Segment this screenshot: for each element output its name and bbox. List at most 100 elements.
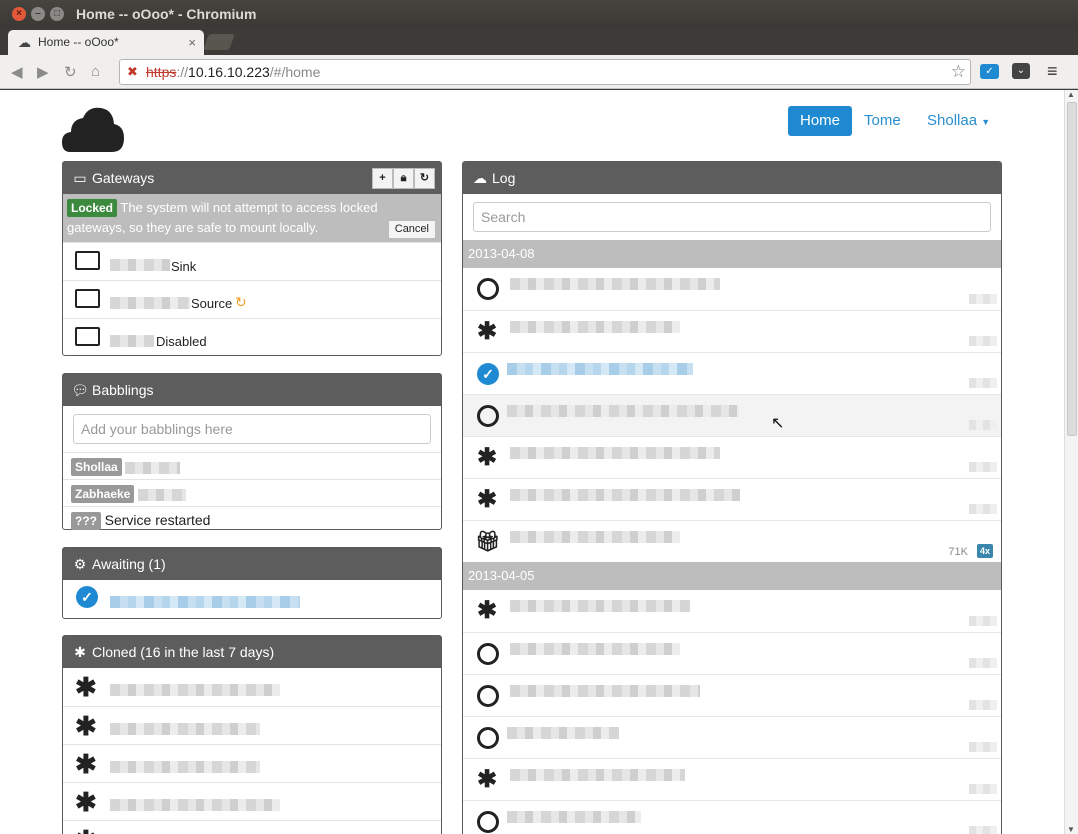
cloned-item[interactable]: ✱	[63, 706, 441, 744]
awaiting-header: ⚙ Awaiting (1)	[63, 548, 441, 580]
log-entry[interactable]: ↖	[463, 394, 1001, 436]
log-entry-meta	[969, 462, 997, 472]
log-entry-meta	[969, 784, 997, 794]
check-circle-icon: ✓	[76, 586, 98, 608]
log-date-header: 2013-04-05	[463, 562, 1001, 590]
bookmark-star-icon[interactable]: ☆	[951, 60, 966, 84]
maximize-window-icon[interactable]: □	[50, 7, 64, 21]
nav-user-dropdown[interactable]: Shollaa ▼	[915, 106, 1002, 136]
gateway-item[interactable]: Source ↻	[63, 280, 441, 318]
close-window-icon[interactable]: ×	[12, 7, 26, 21]
tab-close-icon[interactable]: ×	[188, 30, 196, 55]
log-entry[interactable]	[463, 674, 1001, 716]
log-entry-meta	[969, 700, 997, 710]
user-badge: Shollaa	[71, 458, 122, 476]
scroll-down-icon[interactable]: ▼	[1067, 825, 1075, 834]
awaiting-title: Awaiting (1)	[92, 556, 166, 572]
cloned-item[interactable]: ✱	[63, 744, 441, 782]
log-entry-meta	[969, 658, 997, 668]
log-title: Log	[492, 170, 516, 186]
cloned-item[interactable]: ✱	[63, 820, 441, 834]
caret-down-icon: ▼	[981, 117, 991, 127]
log-entry[interactable]: ✱	[463, 478, 1001, 520]
babbling-entry: Shollaa	[63, 452, 441, 479]
asterisk-icon: ✱	[74, 644, 86, 660]
babblings-input[interactable]: Add your babblings here	[73, 414, 431, 444]
nav-home[interactable]: Home	[788, 106, 853, 136]
cloned-item[interactable]: ✱	[63, 668, 441, 706]
asterisk-icon: ✱	[75, 825, 97, 834]
url-host: 10.16.10.223	[188, 64, 270, 80]
forward-icon[interactable]: ▶	[37, 63, 49, 81]
insecure-lock-icon: ✖	[127, 64, 138, 79]
cloud-logo-icon[interactable]	[62, 106, 124, 152]
awaiting-item[interactable]: ✓	[63, 580, 441, 618]
asterisk-icon: ✱	[476, 597, 498, 624]
user-badge: ???	[71, 512, 101, 530]
scrollbar-thumb[interactable]	[1067, 102, 1077, 436]
home-icon[interactable]: ⌂	[91, 63, 100, 80]
log-entry-meta	[969, 742, 997, 752]
log-search-input[interactable]: Search	[473, 202, 991, 232]
cancel-button[interactable]: Cancel	[387, 220, 436, 239]
nav-user-label: Shollaa	[927, 112, 978, 129]
minimize-window-icon[interactable]: –	[31, 7, 45, 21]
cloned-panel: ✱ Cloned (16 in the last 7 days) ✱ ✱ ✱ ✱ …	[62, 635, 442, 834]
circle-icon	[477, 727, 499, 749]
log-entry[interactable]: ✓	[463, 352, 1001, 394]
gateways-actions: + 🔒︎ ↻	[372, 168, 435, 189]
cogs-icon: ⚙	[73, 556, 87, 572]
log-entry[interactable]	[463, 716, 1001, 758]
browser-tab[interactable]: ☁ Home -- oOoo* ×	[8, 30, 204, 55]
babbling-text-redacted	[125, 461, 181, 474]
cloned-title: Cloned (16 in the last 7 days)	[92, 644, 275, 660]
scroll-up-icon[interactable]: ▲	[1067, 90, 1075, 99]
awaiting-panel: ⚙ Awaiting (1) ✓	[62, 547, 442, 619]
new-tab-button[interactable]	[203, 34, 235, 50]
log-entry-meta	[969, 504, 997, 514]
gift-size: 71K	[948, 546, 968, 558]
log-entry[interactable]: 🎁︎ 71K 4x	[463, 520, 1001, 562]
page-scrollbar[interactable]: ▲ ▼	[1064, 90, 1078, 834]
refresh-gateway-icon[interactable]: ↻	[414, 168, 435, 189]
log-entry[interactable]: ✱	[463, 590, 1001, 632]
log-entry-meta	[969, 378, 997, 388]
gateway-label: Sink	[171, 259, 197, 274]
circle-icon	[477, 685, 499, 707]
sync-icon: ↻	[235, 294, 247, 310]
address-bar[interactable]: ✖ https://10.16.10.223/#/home ☆	[119, 59, 971, 85]
log-entry[interactable]	[463, 632, 1001, 674]
log-header: ☁ Log	[463, 162, 1001, 194]
lock-gateway-icon[interactable]: 🔒︎	[393, 168, 414, 189]
back-icon[interactable]: ◀	[11, 63, 23, 81]
log-entry-redacted	[510, 600, 690, 612]
menu-icon[interactable]: ≡	[1047, 61, 1058, 82]
gateways-title: Gateways	[92, 170, 155, 186]
gateway-name-redacted	[110, 297, 190, 309]
asterisk-icon: ✱	[476, 486, 498, 513]
log-entry-meta	[969, 294, 997, 304]
log-entry-redacted	[510, 531, 680, 543]
log-entry[interactable]	[463, 800, 1001, 834]
cloned-item[interactable]: ✱	[63, 782, 441, 820]
cloned-item-redacted	[110, 799, 280, 811]
circle-icon	[477, 643, 499, 665]
mouse-cursor-icon: ↖	[771, 415, 785, 432]
log-entry[interactable]: ✱	[463, 436, 1001, 478]
pocket-icon[interactable]: ⌄	[1012, 63, 1030, 79]
log-entry[interactable]: ✱	[463, 310, 1001, 352]
window-title-bar: × – □ Home -- oOoo* - Chromium	[0, 0, 1078, 28]
browser-toolbar: ◀ ▶ ↻ ⌂ ✖ https://10.16.10.223/#/home ☆ …	[0, 55, 1078, 89]
log-entry[interactable]: ✱	[463, 758, 1001, 800]
add-gateway-icon[interactable]: +	[372, 168, 393, 189]
gateway-item[interactable]: Sink	[63, 242, 441, 280]
log-entry[interactable]	[463, 268, 1001, 310]
nav-tome[interactable]: Tome	[852, 106, 913, 136]
gateway-name-redacted	[110, 335, 154, 347]
circle-icon	[477, 405, 499, 427]
folder-icon	[75, 327, 100, 346]
asterisk-icon: ✱	[75, 787, 97, 817]
gateway-item[interactable]: Disabled	[63, 318, 441, 356]
extension-icon[interactable]: ✓	[980, 64, 999, 79]
reload-icon[interactable]: ↻	[64, 63, 77, 81]
